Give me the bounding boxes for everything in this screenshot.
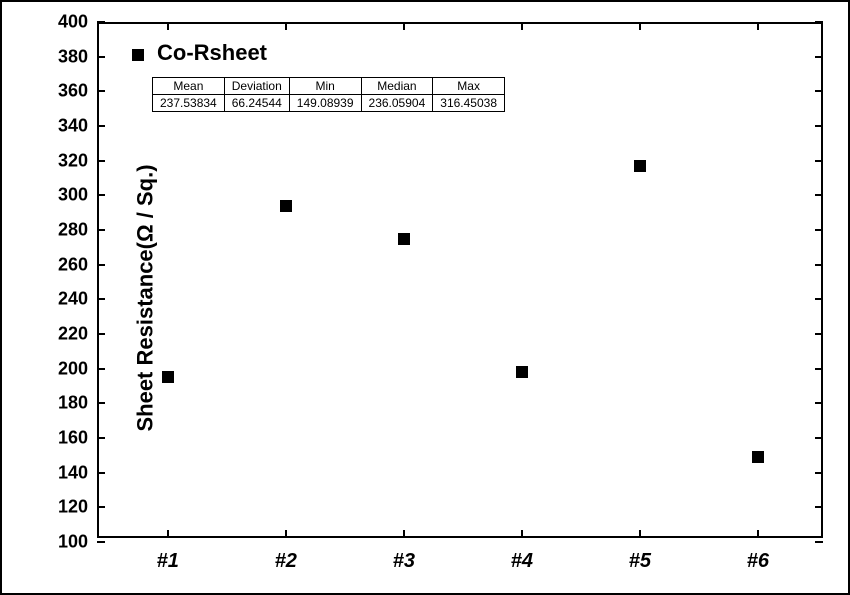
y-tick bbox=[97, 264, 105, 266]
y-tick bbox=[815, 402, 823, 404]
x-tick bbox=[167, 530, 169, 538]
y-tick-label: 260 bbox=[43, 254, 88, 275]
y-tick-label: 340 bbox=[43, 116, 88, 137]
y-tick bbox=[97, 402, 105, 404]
stats-value: 237.53834 bbox=[153, 95, 225, 112]
stats-value: 149.08939 bbox=[289, 95, 361, 112]
data-point bbox=[398, 233, 410, 245]
y-tick bbox=[97, 21, 105, 23]
stats-header: Deviation bbox=[224, 78, 289, 95]
y-tick-label: 300 bbox=[43, 185, 88, 206]
y-tick bbox=[815, 333, 823, 335]
y-tick bbox=[815, 541, 823, 543]
y-tick-label: 120 bbox=[43, 497, 88, 518]
y-tick bbox=[815, 264, 823, 266]
y-tick bbox=[97, 298, 105, 300]
chart-frame: Sheet Resistance(Ω / Sq.) Co-Rsheet Mean… bbox=[0, 0, 850, 595]
y-tick-label: 360 bbox=[43, 81, 88, 102]
y-tick bbox=[815, 194, 823, 196]
y-tick-label: 220 bbox=[43, 324, 88, 345]
legend-marker bbox=[132, 49, 144, 61]
y-tick bbox=[815, 506, 823, 508]
y-tick-label: 160 bbox=[43, 428, 88, 449]
y-tick-label: 380 bbox=[43, 46, 88, 67]
x-tick bbox=[167, 22, 169, 30]
y-tick bbox=[97, 194, 105, 196]
y-tick bbox=[815, 56, 823, 58]
y-tick bbox=[97, 229, 105, 231]
y-tick bbox=[815, 368, 823, 370]
stats-value: 236.05904 bbox=[361, 95, 433, 112]
y-tick-label: 180 bbox=[43, 393, 88, 414]
stats-value: 316.45038 bbox=[433, 95, 505, 112]
x-tick bbox=[757, 22, 759, 30]
x-tick bbox=[639, 530, 641, 538]
x-tick bbox=[757, 530, 759, 538]
y-tick-label: 200 bbox=[43, 358, 88, 379]
y-tick bbox=[97, 541, 105, 543]
data-point bbox=[162, 371, 174, 383]
x-tick bbox=[285, 530, 287, 538]
x-tick bbox=[403, 22, 405, 30]
x-tick bbox=[639, 22, 641, 30]
x-tick-label: #2 bbox=[275, 550, 297, 573]
data-point bbox=[752, 451, 764, 463]
y-tick-label: 280 bbox=[43, 220, 88, 241]
y-tick bbox=[97, 333, 105, 335]
y-tick bbox=[815, 160, 823, 162]
stats-value: 66.24544 bbox=[224, 95, 289, 112]
x-tick-label: #3 bbox=[393, 550, 415, 573]
y-tick bbox=[815, 229, 823, 231]
data-point bbox=[280, 200, 292, 212]
x-tick bbox=[521, 22, 523, 30]
y-tick bbox=[815, 125, 823, 127]
y-tick bbox=[815, 437, 823, 439]
data-point bbox=[516, 366, 528, 378]
chart-title: Co-Rsheet bbox=[157, 40, 267, 66]
y-tick bbox=[815, 21, 823, 23]
y-tick bbox=[97, 90, 105, 92]
y-tick bbox=[97, 125, 105, 127]
y-tick bbox=[815, 90, 823, 92]
y-tick-label: 100 bbox=[43, 532, 88, 553]
data-point bbox=[634, 160, 646, 172]
x-tick bbox=[285, 22, 287, 30]
x-tick bbox=[403, 530, 405, 538]
y-tick bbox=[97, 160, 105, 162]
x-tick-label: #5 bbox=[629, 550, 651, 573]
y-tick bbox=[815, 298, 823, 300]
stats-table: Mean Deviation Min Median Max 237.53834 … bbox=[152, 77, 505, 112]
stats-header: Mean bbox=[153, 78, 225, 95]
y-tick-label: 320 bbox=[43, 150, 88, 171]
x-tick-label: #4 bbox=[511, 550, 533, 573]
stats-header: Median bbox=[361, 78, 433, 95]
y-tick bbox=[97, 472, 105, 474]
x-tick bbox=[521, 530, 523, 538]
x-tick-label: #1 bbox=[157, 550, 179, 573]
x-tick-label: #6 bbox=[747, 550, 769, 573]
stats-header: Max bbox=[433, 78, 505, 95]
y-tick bbox=[815, 472, 823, 474]
y-tick-label: 400 bbox=[43, 12, 88, 33]
stats-header: Min bbox=[289, 78, 361, 95]
y-tick bbox=[97, 437, 105, 439]
y-tick bbox=[97, 56, 105, 58]
stats-value-row: 237.53834 66.24544 149.08939 236.05904 3… bbox=[153, 95, 505, 112]
y-tick bbox=[97, 506, 105, 508]
y-tick-label: 140 bbox=[43, 462, 88, 483]
stats-header-row: Mean Deviation Min Median Max bbox=[153, 78, 505, 95]
y-tick-label: 240 bbox=[43, 289, 88, 310]
y-tick bbox=[97, 368, 105, 370]
